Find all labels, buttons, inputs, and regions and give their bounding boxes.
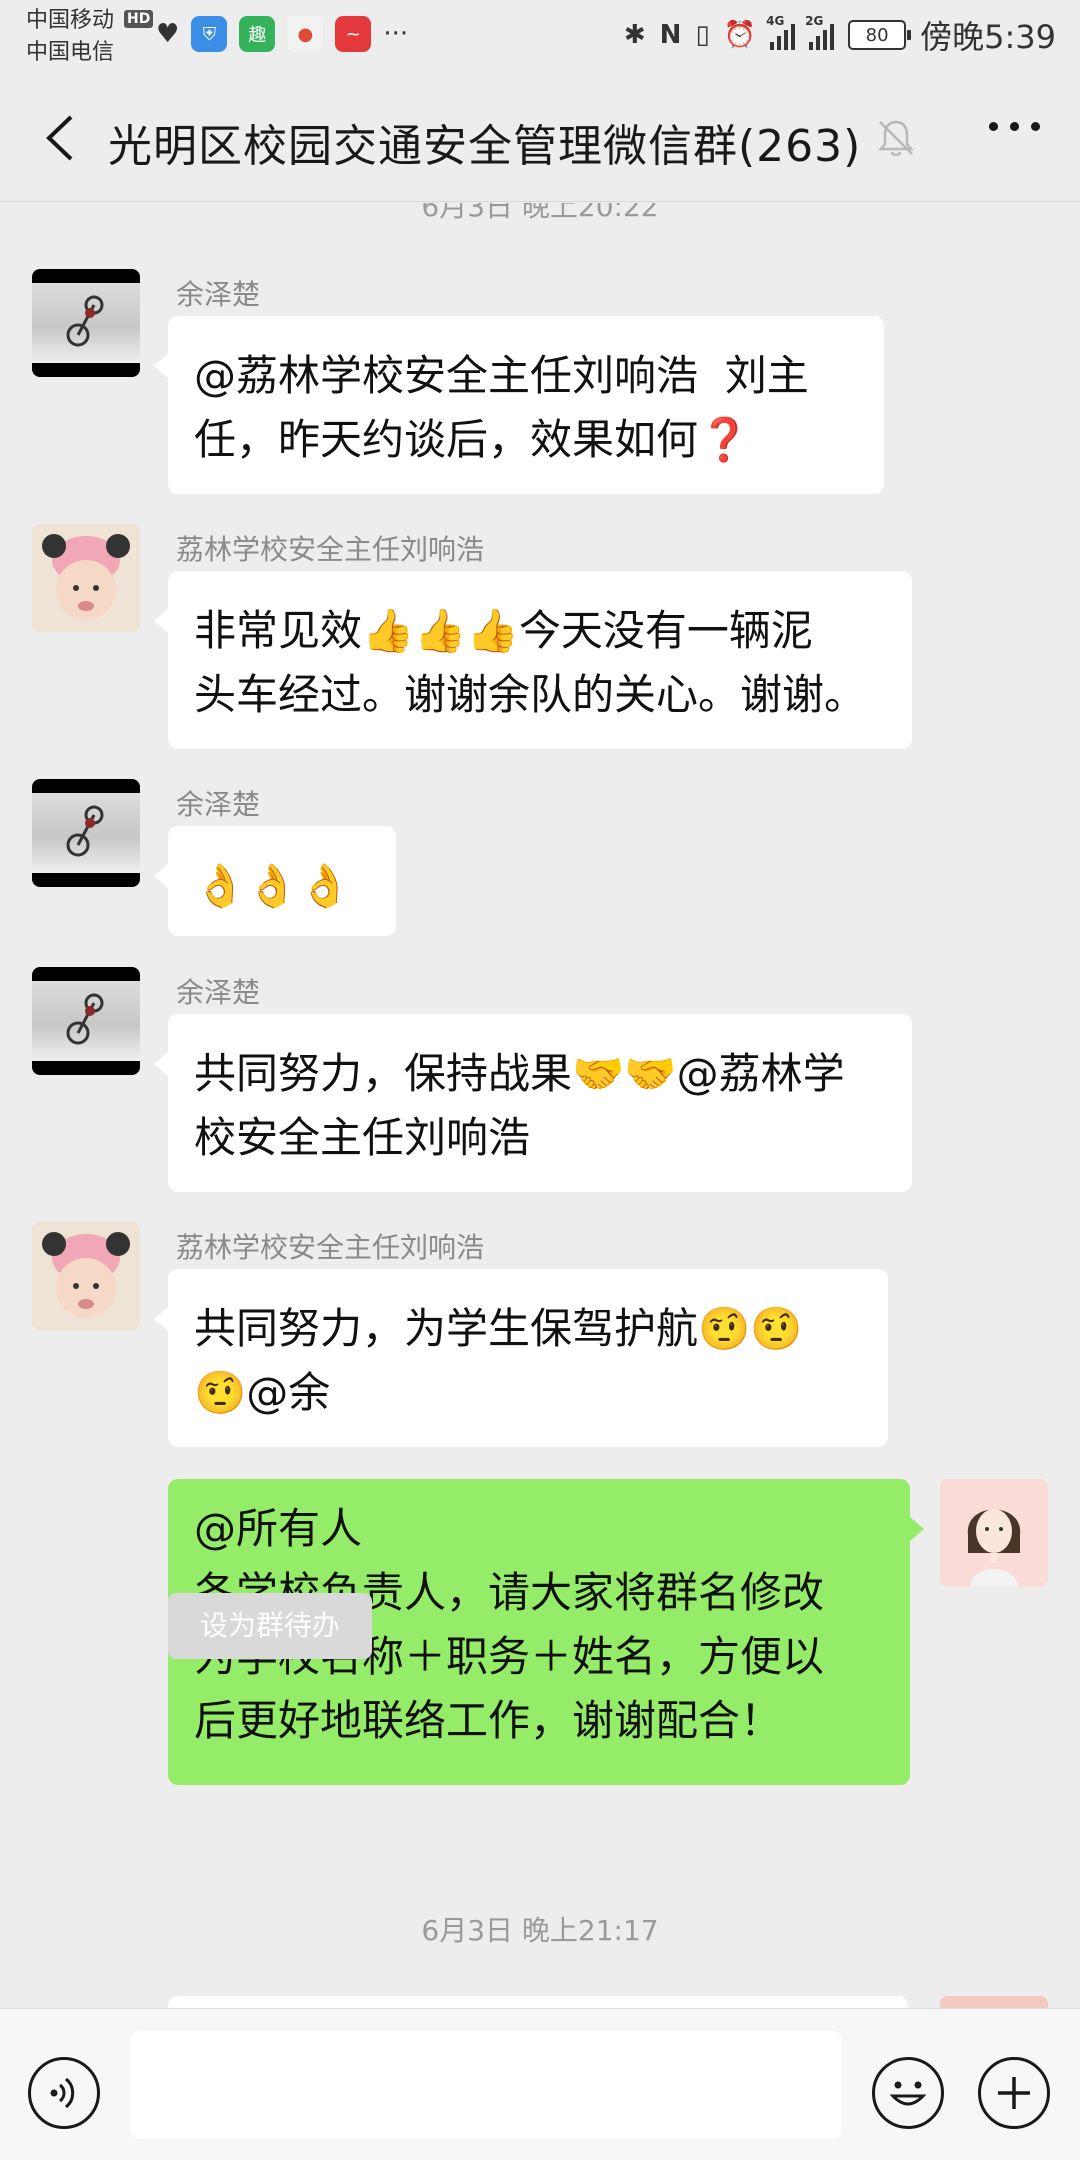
sender-name: 余泽楚 (176, 788, 261, 821)
shield-app-icon: ⛨ (191, 16, 228, 52)
smiley-icon (889, 2081, 927, 2106)
message-bubble[interactable]: 共同努力，为学生保驾护航🤨🤨 🤨@余 (154, 1269, 888, 1447)
message-bubble[interactable]: 共同努力，保持战果🤝🤝@荔林学 校安全主任刘响浩 (154, 1014, 912, 1192)
message-line: 非常见效👍👍👍今天没有一辆泥 (194, 606, 813, 655)
timestamp: 6月3日 晚上21:17 (421, 1914, 659, 1947)
message-bubble[interactable]: 非常见效👍👍👍今天没有一辆泥 头车经过。谢谢余队的关心。谢谢。 (154, 571, 912, 749)
timestamp: 6月3日 晚上20:22 (421, 203, 659, 223)
bluetooth-icon: ✱ (623, 20, 646, 50)
dot-icon (1010, 122, 1019, 131)
message-line: 任，昨天约谈后，效果如何❓ (194, 415, 751, 464)
bicycle-icon (66, 805, 104, 857)
map-app-icon: ● (287, 16, 324, 52)
message-line: 头车经过。谢谢余队的关心。谢谢。 (194, 670, 867, 719)
vibrate-icon: ▯ (695, 20, 710, 50)
input-bar (0, 2008, 1080, 2160)
carrier-label-1: 中国移动 (26, 8, 115, 33)
sender-name: 余泽楚 (176, 976, 261, 1009)
message-input[interactable] (130, 2031, 842, 2139)
battery-level: 80 (865, 24, 889, 46)
bicycle-icon (66, 993, 104, 1045)
avatar[interactable] (32, 1222, 140, 1330)
chart-app-icon: ~ (335, 16, 372, 52)
message-bubble[interactable]: @荔林学校安全主任刘响浩 刘主 任，昨天约谈后，效果如何❓ (154, 316, 884, 494)
chat-header: 光明区校园交通安全管理微信群(263) (0, 72, 1080, 202)
chevron-left-icon (46, 115, 73, 161)
alarm-icon: ⏰ (723, 20, 757, 50)
carrier-label-2: 中国电信 (26, 40, 115, 65)
set-group-todo-button[interactable]: 设为群待办 (168, 1593, 372, 1659)
voice-input-button[interactable] (28, 2057, 100, 2129)
message-line: 👌👌👌 (194, 861, 351, 910)
mute-bell-icon (878, 120, 914, 157)
avatar-partial[interactable] (940, 1996, 1048, 2008)
sender-name: 荔林学校安全主任刘响浩 (176, 533, 485, 566)
signal-4g-icon: 4G (766, 14, 796, 50)
signal-2g-icon: 2G (805, 14, 835, 50)
avatar[interactable] (32, 967, 140, 1075)
baby-avatar-icon (32, 1222, 140, 1330)
dot-icon (989, 122, 998, 131)
status-bar: 中国移动 HD 中国电信 ♥ ⛨ 趣 ● ~ ··· ✱ N ▯ ⏰ 4G 2G… (0, 0, 1080, 72)
bicycle-icon (66, 295, 104, 347)
message-bubble[interactable]: 👌👌👌 (154, 826, 396, 936)
notification-icons: ♥ ⛨ 趣 ● ~ ··· (156, 16, 408, 52)
chat-title: 光明区校园交通安全管理微信群(263) (108, 121, 862, 172)
message-line: 共同努力，保持战果🤝🤝@荔林学 (194, 1049, 845, 1098)
system-icons: ✱ N ▯ ⏰ 4G 2G 80 傍晚5:39 (624, 12, 1056, 58)
my-avatar[interactable] (940, 1479, 1048, 1587)
message-line: 共同努力，为学生保驾护航🤨🤨 (194, 1304, 803, 1353)
battery-icon: 80 (848, 20, 912, 50)
nfc-icon: N (659, 20, 682, 50)
voice-icon (50, 2077, 75, 2109)
more-notifications-icon: ··· (383, 19, 409, 49)
heart-rate-icon: ♥ (156, 19, 180, 49)
avatar[interactable] (32, 269, 140, 377)
more-functions-button[interactable] (978, 2057, 1050, 2129)
hd-badge: HD (124, 10, 154, 28)
message-bubble-partial[interactable] (168, 1996, 908, 2008)
more-options-button[interactable] (989, 122, 1040, 131)
plus-icon (998, 2077, 1030, 2109)
avatar[interactable] (32, 779, 140, 887)
message-line: 后更好地联络工作，谢谢配合！ (194, 1696, 783, 1745)
message-line: 校安全主任刘响浩 (194, 1113, 531, 1162)
sender-name: 荔林学校安全主任刘响浩 (176, 1231, 485, 1264)
message-line: 🤨@余 (194, 1368, 331, 1417)
sender-name: 余泽楚 (176, 278, 261, 311)
message-line: @所有人 (194, 1504, 363, 1553)
message-line: @荔林学校安全主任刘响浩 刘主 (194, 351, 809, 400)
woman-avatar-icon (940, 1479, 1048, 1587)
qutoutiao-app-icon: 趣 (239, 16, 276, 52)
chat-message-list[interactable]: 6月3日 晚上20:22 余泽楚 @荔林学校安全主任刘响浩 刘主 任，昨天约谈后… (0, 203, 1080, 2008)
emoji-button[interactable] (872, 2057, 944, 2129)
baby-avatar-icon (32, 524, 140, 632)
back-button[interactable] (30, 108, 90, 168)
avatar[interactable] (32, 524, 140, 632)
status-time: 傍晚5:39 (920, 18, 1056, 56)
dot-icon (1031, 122, 1040, 131)
